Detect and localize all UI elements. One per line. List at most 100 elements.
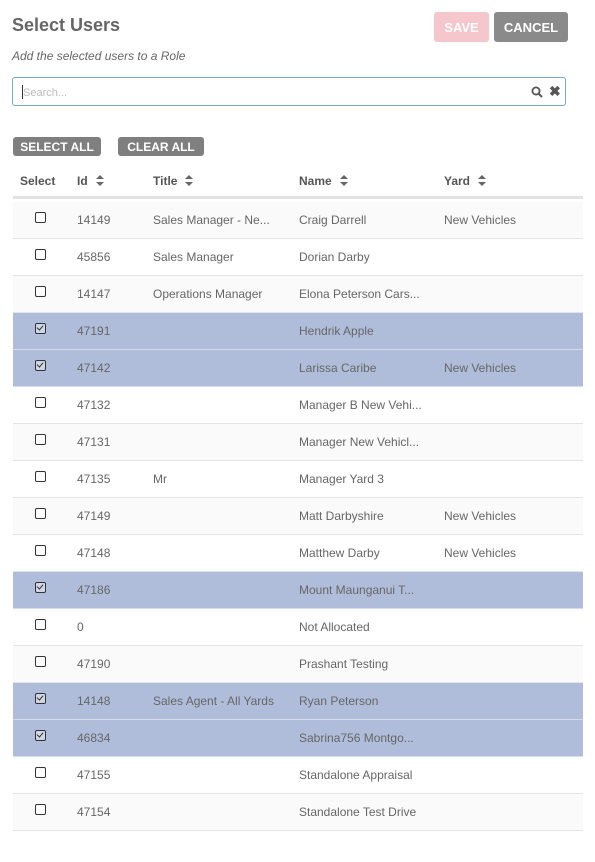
cell-name: Dorian Darby	[299, 250, 370, 264]
table-row[interactable]: 47191 Hendrik Apple	[13, 313, 583, 350]
table-row[interactable]: 47155 Standalone Appraisal	[13, 757, 583, 794]
table-row[interactable]: 47190 Prashant Testing	[13, 646, 583, 683]
search-icon[interactable]	[531, 85, 543, 99]
cell-id: 47191	[77, 324, 111, 338]
check-icon	[36, 323, 44, 331]
cell-id: 47149	[77, 509, 111, 523]
cell-id: 47135	[77, 472, 111, 486]
table-row[interactable]: 47135 Mr Manager Yard 3	[13, 461, 583, 498]
row-checkbox[interactable]	[35, 767, 46, 778]
table-row[interactable]: 14147 Operations Manager Elona Peterson Ca…	[13, 276, 583, 313]
cell-name: Sabrina756 Montgo...	[299, 731, 414, 745]
table-row[interactable]: 47142 Larissa Caribe New Vehicles	[13, 350, 583, 387]
table-row[interactable]: 45856 Sales Manager Dorian Darby	[13, 239, 583, 276]
cell-id: 47131	[77, 435, 111, 449]
table-row[interactable]: 46834 Sabrina756 Montgo...	[13, 720, 583, 757]
cell-name: Not Allocated	[299, 620, 370, 634]
table-body: 14149 Sales Manager - Ne... Craig Darrell N…	[13, 202, 583, 831]
row-checkbox[interactable]	[35, 323, 46, 334]
search-input[interactable]	[21, 82, 515, 103]
select-all-button[interactable]: SELECT ALL	[13, 137, 101, 156]
cell-yard: New Vehicles	[444, 213, 517, 227]
table-row[interactable]: 0 Not Allocated	[13, 609, 583, 646]
cell-yard: New Vehicles	[444, 509, 517, 523]
cell-id: 47186	[77, 583, 111, 597]
cell-name: Matt Darbyshire	[299, 509, 384, 523]
check-icon	[36, 360, 44, 368]
table-row[interactable]: 47148 Matthew Darby New Vehicles	[13, 535, 583, 572]
sort-icon[interactable]	[339, 175, 349, 187]
row-checkbox[interactable]	[35, 471, 46, 482]
table-row[interactable]: 47149 Matt Darbyshire New Vehicles	[13, 498, 583, 535]
cancel-button[interactable]: CANCEL	[494, 12, 568, 42]
cell-name: Standalone Appraisal	[299, 768, 413, 782]
row-checkbox[interactable]	[35, 212, 46, 223]
sort-icon[interactable]	[478, 175, 487, 187]
cell-title: Sales Manager	[153, 250, 234, 264]
cell-id: 14148	[77, 694, 111, 708]
close-icon[interactable]: ✖	[549, 84, 561, 98]
cell-yard: New Vehicles	[444, 546, 517, 560]
clear-all-button[interactable]: CLEAR ALL	[118, 137, 204, 156]
cell-id: 47142	[77, 361, 111, 375]
table-row[interactable]: 47154 Standalone Test Drive	[13, 794, 583, 831]
cell-name: Elona Peterson Cars...	[299, 287, 420, 301]
cell-name: Ryan Peterson	[299, 694, 379, 708]
cell-yard: New Vehicles	[444, 361, 517, 375]
cell-name: Manager New Vehicl...	[299, 435, 420, 449]
table-header: Select Id Title Name Yard	[13, 164, 583, 199]
table-row[interactable]: 14149 Sales Manager - Ne... Craig Darrell N…	[13, 202, 583, 239]
header-id[interactable]: Id	[77, 174, 105, 188]
check-icon	[36, 582, 44, 590]
cell-name: Craig Darrell	[299, 213, 367, 227]
row-checkbox[interactable]	[35, 545, 46, 556]
cell-title: Mr	[153, 472, 167, 486]
dialog-subtitle: Add the selected users to a Role	[12, 49, 186, 63]
text-cursor	[22, 85, 23, 99]
cell-name: Standalone Test Drive	[299, 805, 417, 819]
row-checkbox[interactable]	[35, 249, 46, 260]
cell-id: 47190	[77, 657, 111, 671]
row-checkbox[interactable]	[35, 397, 46, 408]
cell-id: 47148	[77, 546, 111, 560]
table-row[interactable]: 47132 Manager B New Vehi...	[13, 387, 583, 424]
row-checkbox[interactable]	[35, 434, 46, 445]
header-title[interactable]: Title	[153, 174, 194, 188]
row-checkbox[interactable]	[35, 656, 46, 667]
row-checkbox[interactable]	[35, 508, 46, 519]
cell-title: Sales Manager - Ne...	[153, 213, 270, 227]
row-checkbox[interactable]	[35, 730, 46, 741]
row-checkbox[interactable]	[35, 360, 46, 371]
sort-icon[interactable]	[95, 175, 105, 187]
sort-icon[interactable]	[185, 175, 194, 187]
table-row[interactable]: 14148 Sales Agent - All Yards Ryan Peterso…	[13, 683, 583, 720]
cell-id: 47154	[77, 805, 111, 819]
dialog-title: Select Users	[12, 15, 121, 35]
cell-title: Operations Manager	[153, 287, 263, 301]
row-checkbox[interactable]	[35, 286, 46, 297]
cell-name: Mount Maunganui T...	[299, 583, 415, 597]
header-select: Select	[20, 174, 56, 188]
cell-name: Manager B New Vehi...	[299, 398, 422, 412]
cell-id: 47132	[77, 398, 111, 412]
cell-id: 46834	[77, 731, 111, 745]
row-checkbox[interactable]	[35, 804, 46, 815]
cell-name: Larissa Caribe	[299, 361, 377, 375]
cell-name: Prashant Testing	[299, 657, 389, 671]
header-yard[interactable]: Yard	[444, 174, 487, 188]
row-checkbox[interactable]	[35, 619, 46, 630]
table-row[interactable]: 47131 Manager New Vehicl...	[13, 424, 583, 461]
check-icon	[36, 693, 44, 701]
cell-title: Sales Agent - All Yards	[153, 694, 274, 708]
table-row[interactable]: 47186 Mount Maunganui T...	[13, 572, 583, 609]
header-name[interactable]: Name	[299, 174, 349, 188]
cell-name: Hendrik Apple	[299, 324, 374, 338]
row-checkbox[interactable]	[35, 693, 46, 704]
search-box: ✖	[12, 77, 566, 106]
save-button[interactable]: SAVE	[434, 12, 489, 42]
cell-id: 0	[77, 620, 84, 634]
row-checkbox[interactable]	[35, 582, 46, 593]
cell-name: Manager Yard 3	[299, 472, 384, 486]
cell-name: Matthew Darby	[299, 546, 380, 560]
cell-id: 47155	[77, 768, 111, 782]
